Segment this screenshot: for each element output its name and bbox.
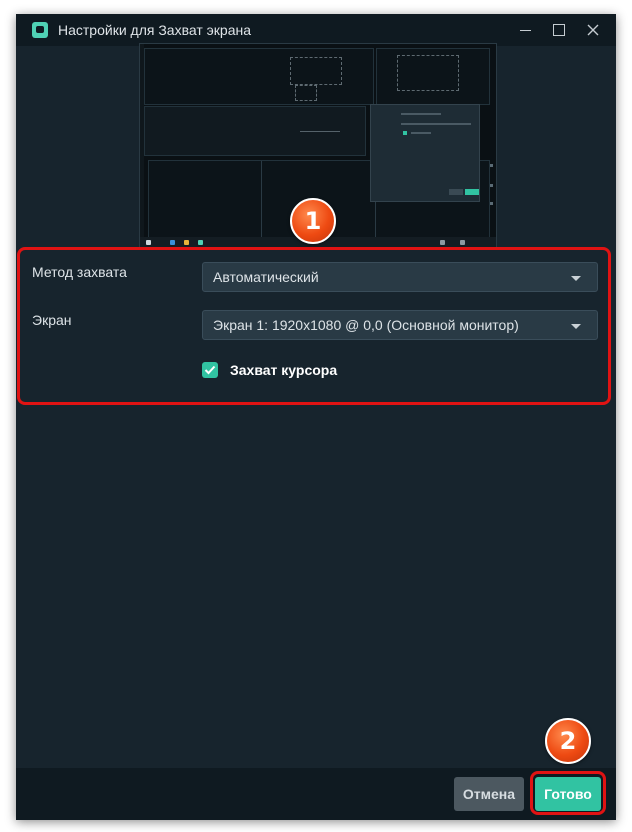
cancel-button[interactable]: Отмена xyxy=(454,777,524,811)
settings-window: Настройки для Захват экрана Метод захват… xyxy=(16,14,616,820)
window-controls xyxy=(508,14,610,46)
step-badge-1: 1 xyxy=(290,198,336,244)
title-bar: Настройки для Захват экрана xyxy=(16,14,616,46)
preview-node xyxy=(290,57,342,85)
preview-line xyxy=(401,123,471,125)
preview-checkbox xyxy=(403,131,407,135)
maximize-button[interactable] xyxy=(542,14,576,46)
preview-divider xyxy=(261,161,262,239)
close-icon xyxy=(587,24,599,36)
preview-node xyxy=(295,85,317,101)
preview-node xyxy=(397,55,459,91)
preview-scene-area-right xyxy=(376,48,490,105)
preview-taskbar-icon xyxy=(170,240,175,245)
minimize-icon xyxy=(519,29,531,31)
preview-dot xyxy=(490,164,493,167)
highlight-done-button xyxy=(530,771,606,815)
preview-taskbar-icon xyxy=(460,240,465,245)
preview-dialog xyxy=(370,104,480,202)
dialog-footer: Отмена Готово xyxy=(16,768,616,820)
close-button[interactable] xyxy=(576,14,610,46)
preview-scene-area xyxy=(144,48,374,105)
app-logo-icon xyxy=(32,22,48,38)
window-title: Настройки для Захват экрана xyxy=(58,22,252,38)
preview-dot xyxy=(490,184,493,187)
minimize-button[interactable] xyxy=(508,14,542,46)
preview-panel-text xyxy=(300,131,340,132)
highlight-settings-box xyxy=(17,247,611,405)
step-badge-2: 2 xyxy=(545,718,591,764)
preview-taskbar-icon xyxy=(146,240,151,245)
preview-button xyxy=(449,189,463,195)
preview-line xyxy=(411,132,431,134)
preview-button xyxy=(465,189,479,195)
preview-line xyxy=(401,113,441,115)
preview-taskbar-icon xyxy=(184,240,189,245)
preview-dot xyxy=(490,202,493,205)
preview-taskbar-icon xyxy=(440,240,445,245)
preview-taskbar-icon xyxy=(198,240,203,245)
maximize-icon xyxy=(553,24,565,36)
